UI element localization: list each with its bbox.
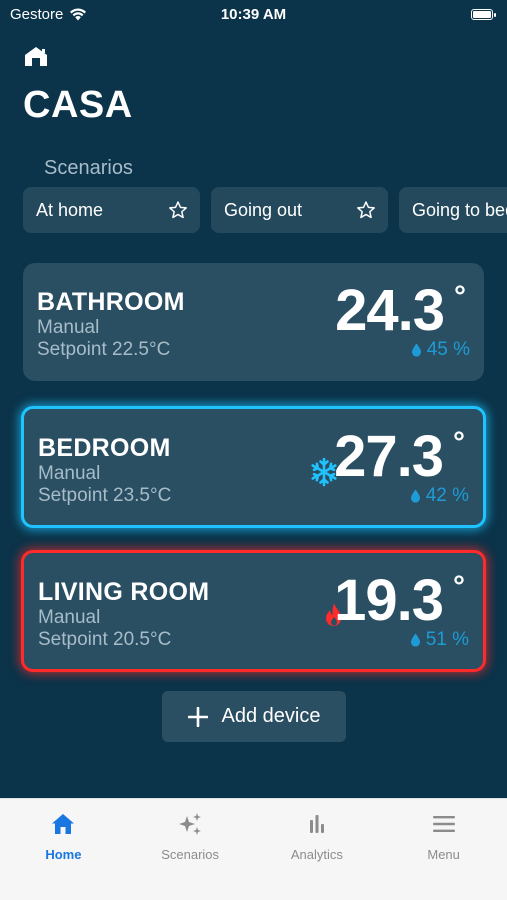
wifi-icon [70, 8, 87, 21]
room-mode: Manual [38, 463, 101, 484]
room-mode: Manual [38, 607, 101, 628]
scenario-going-out[interactable]: Going out [211, 187, 388, 233]
room-humidity: 42 % [410, 485, 469, 507]
scenario-label: Going out [224, 199, 303, 220]
status-left: Gestore [10, 6, 87, 23]
tab-home[interactable]: Home [0, 799, 127, 900]
bar-chart-icon [309, 815, 324, 833]
room-name: LIVING ROOM [38, 578, 210, 606]
room-name: BEDROOM [38, 434, 171, 462]
tab-scenarios[interactable]: Scenarios [127, 799, 254, 900]
menu-icon [432, 816, 455, 832]
sparkles-icon [179, 813, 202, 835]
room-setpoint: Setpoint 22.5°C [37, 339, 171, 360]
scenario-going-to-bed[interactable]: Going to bed [399, 187, 507, 233]
tab-label: Scenarios [161, 847, 220, 862]
device-card-bathroom[interactable]: BATHROOM Manual Setpoint 22.5°C 24.3 ° 4… [23, 263, 484, 381]
device-card-bedroom[interactable]: BEDROOM Manual Setpoint 23.5°C 27.3 ° 42… [21, 406, 486, 528]
tab-label: Analytics [290, 847, 343, 862]
page-title: CASA [23, 84, 133, 126]
tab-menu[interactable]: Menu [380, 799, 507, 900]
humidity-value: 51 % [425, 629, 469, 650]
water-drop-icon [411, 343, 421, 357]
scenario-label: At home [36, 199, 104, 220]
home-icon [52, 814, 75, 834]
room-temperature: 27.3 [334, 424, 444, 489]
scenario-label: Going to bed [412, 199, 507, 220]
scenario-list[interactable]: At home Going out Going to bed [23, 187, 507, 233]
degree-symbol: ° [454, 280, 466, 313]
room-humidity: 45 % [411, 339, 470, 361]
room-humidity: 51 % [410, 629, 469, 651]
status-bar: Gestore 10:39 AM [0, 0, 507, 28]
water-drop-icon [410, 633, 420, 647]
plus-icon [187, 706, 208, 727]
battery-icon [471, 8, 496, 20]
add-device-label: Add device [221, 705, 321, 727]
add-device-button[interactable]: Add device [162, 691, 346, 742]
room-setpoint: Setpoint 20.5°C [38, 629, 172, 650]
degree-symbol: ° [453, 570, 465, 603]
scenario-at-home[interactable]: At home [23, 187, 200, 233]
room-name: BATHROOM [37, 288, 185, 316]
star-icon[interactable] [356, 200, 376, 220]
tab-label: Menu [427, 847, 460, 862]
water-drop-icon [410, 489, 420, 503]
room-mode: Manual [37, 317, 100, 338]
tab-analytics[interactable]: Analytics [254, 799, 381, 900]
carrier-name: Gestore [10, 5, 64, 23]
home-logo-icon [25, 47, 47, 66]
tab-label: Home [45, 847, 82, 862]
room-temperature: 24.3 [335, 278, 445, 343]
room-setpoint: Setpoint 23.5°C [38, 485, 172, 506]
star-icon[interactable] [168, 200, 188, 220]
humidity-value: 42 % [425, 485, 469, 506]
humidity-value: 45 % [426, 339, 470, 360]
room-temperature: 19.3 [334, 568, 444, 633]
degree-symbol: ° [453, 426, 465, 459]
scenarios-heading: Scenarios [44, 157, 133, 179]
tab-bar: Home Scenarios Analytics Menu [0, 798, 507, 900]
device-card-living-room[interactable]: LIVING ROOM Manual Setpoint 20.5°C 19.3 … [21, 550, 486, 672]
